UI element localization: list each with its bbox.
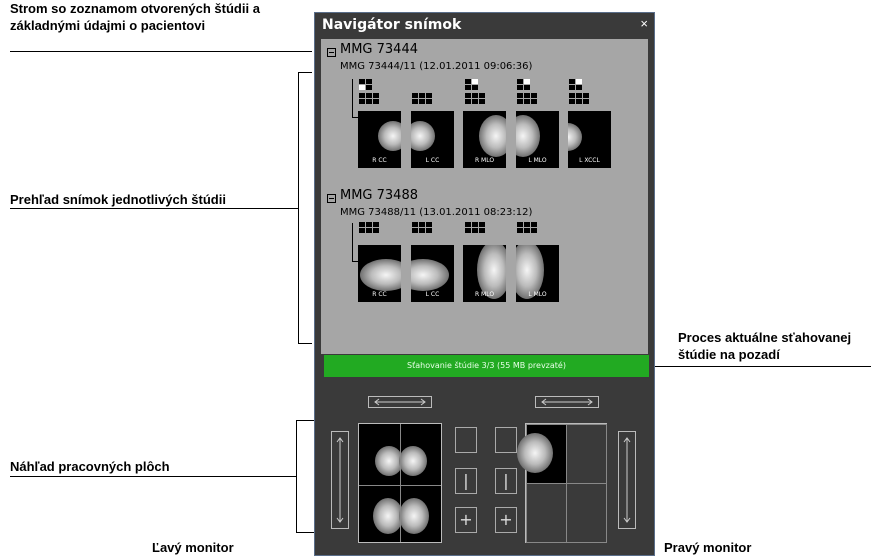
layout-icon[interactable]	[359, 79, 385, 91]
double-arrow-vertical-icon	[336, 437, 344, 523]
navigator-window: Navigátor snímok × MMG 73444 MMG 73444/1…	[314, 12, 655, 556]
vertical-split-button-right[interactable]: |	[495, 468, 517, 494]
image-label: L MLO	[528, 291, 547, 298]
image-thumbnail[interactable]: R CC	[358, 245, 401, 302]
layout-icon[interactable]	[517, 93, 543, 105]
callout-right-monitor: Pravý monitor	[664, 540, 752, 555]
bracket-workspace-bottom	[296, 532, 316, 533]
callout-process-line2: štúdie na pozadí	[678, 347, 780, 362]
vertical-split-button-left[interactable]: |	[455, 468, 477, 494]
mammogram-preview	[399, 446, 427, 476]
workspace-cell[interactable]	[517, 424, 567, 484]
image-thumbnail[interactable]: R CC	[358, 111, 401, 168]
layout-icon[interactable]	[569, 93, 595, 105]
callout-overview: Prehľad snímok jednotlivých štúdii	[10, 192, 226, 207]
image-thumbnail[interactable]: L XCCL	[568, 111, 611, 168]
mammogram-preview	[399, 498, 429, 534]
layout-icon[interactable]	[412, 222, 438, 234]
callout-left-monitor: Ľavý monitor	[152, 540, 234, 555]
layout-icon[interactable]	[465, 93, 491, 105]
layout-icon[interactable]	[465, 79, 491, 91]
bracket-workspace	[296, 420, 297, 532]
image-label: L MLO	[528, 157, 547, 164]
image-label: R CC	[372, 291, 387, 298]
image-label: R MLO	[474, 157, 495, 164]
study-series[interactable]: MMG 73444/11 (12.01.2011 09:06:36)	[340, 61, 532, 72]
image-thumbnail[interactable]: R MLO	[463, 111, 506, 168]
callout-workspace: Náhľad pracovných plôch	[10, 459, 170, 474]
title-bar[interactable]: Navigátor snímok ×	[315, 13, 654, 38]
workspace-cell[interactable]	[526, 483, 567, 543]
extend-right-vertical-button[interactable]	[618, 431, 636, 529]
extend-left-vertical-button[interactable]	[331, 431, 349, 529]
image-thumbnail[interactable]: R MLO	[463, 245, 506, 302]
tree-line	[352, 79, 353, 117]
image-thumbnail[interactable]: L CC	[411, 245, 454, 302]
layout-icon[interactable]	[359, 93, 385, 105]
double-arrow-horizontal-icon	[541, 398, 593, 406]
callout-process-underline	[642, 366, 871, 367]
workspace-divider	[359, 485, 441, 486]
close-button[interactable]: ×	[640, 16, 648, 31]
extend-right-horizontal-button[interactable]	[535, 396, 599, 408]
callout-tree-line2: základnými údajmi o pacientovi	[10, 18, 206, 33]
image-label: L CC	[425, 291, 440, 298]
callout-workspace-underline	[10, 476, 296, 477]
callout-overview-underline	[10, 208, 298, 209]
layout-icon[interactable]	[359, 222, 385, 234]
bracket-overview	[298, 72, 299, 343]
callout-tree-connector	[300, 51, 312, 52]
single-layout-button-left[interactable]	[455, 427, 477, 453]
callout-tree-line1: Strom so zoznamom otvorených štúdii a	[10, 1, 260, 16]
bracket-workspace-top	[296, 420, 316, 421]
layout-icon[interactable]	[465, 222, 491, 234]
study-tree-panel: MMG 73444 MMG 73444/11 (12.01.2011 09:06…	[321, 39, 648, 354]
callout-tree-underline	[10, 51, 308, 52]
study-name[interactable]: MMG 73444	[340, 42, 418, 57]
callout-process: Proces aktuálne sťahovanej štúdie na poz…	[678, 329, 851, 363]
image-label: R CC	[372, 157, 387, 164]
study-series[interactable]: MMG 73488/11 (13.01.2011 08:23:12)	[340, 207, 532, 218]
extend-left-horizontal-button[interactable]	[368, 396, 432, 408]
callout-tree: Strom so zoznamom otvorených štúdii a zá…	[10, 0, 260, 34]
workspace-cell[interactable]	[566, 424, 607, 484]
callout-process-line1: Proces aktuálne sťahovanej	[678, 330, 852, 345]
collapse-icon[interactable]	[327, 194, 336, 203]
layout-icon[interactable]	[569, 79, 595, 91]
image-label: L XCCL	[579, 157, 600, 164]
study-name[interactable]: MMG 73488	[340, 188, 418, 203]
image-thumbnail[interactable]: L CC	[411, 111, 454, 168]
download-progress-bar: Sťahovanie štúdie 3/3 (55 MB prevzaté)	[324, 355, 649, 377]
collapse-icon[interactable]	[327, 48, 336, 57]
layout-icon[interactable]	[412, 93, 438, 105]
double-arrow-horizontal-icon	[374, 398, 426, 406]
right-monitor-workspace[interactable]	[517, 423, 607, 543]
layout-icon[interactable]	[517, 222, 543, 234]
bracket-overview-top	[298, 72, 312, 73]
image-label: L CC	[425, 157, 440, 164]
quad-split-button-right[interactable]: +	[495, 507, 517, 533]
left-monitor-workspace[interactable]	[358, 423, 442, 543]
double-arrow-vertical-icon	[623, 437, 631, 523]
workspace-divider	[400, 424, 401, 542]
workspace-cell[interactable]	[566, 483, 607, 543]
image-thumbnail[interactable]: L MLO	[516, 245, 559, 302]
layout-icon[interactable]	[517, 79, 543, 91]
quad-split-button-left[interactable]: +	[455, 507, 477, 533]
single-layout-button-right[interactable]	[495, 427, 517, 453]
image-thumbnail[interactable]: L MLO	[516, 111, 559, 168]
image-label: R MLO	[474, 291, 495, 298]
tree-line	[352, 223, 353, 261]
window-title: Navigátor snímok	[322, 17, 462, 33]
bracket-overview-bottom	[298, 343, 312, 344]
